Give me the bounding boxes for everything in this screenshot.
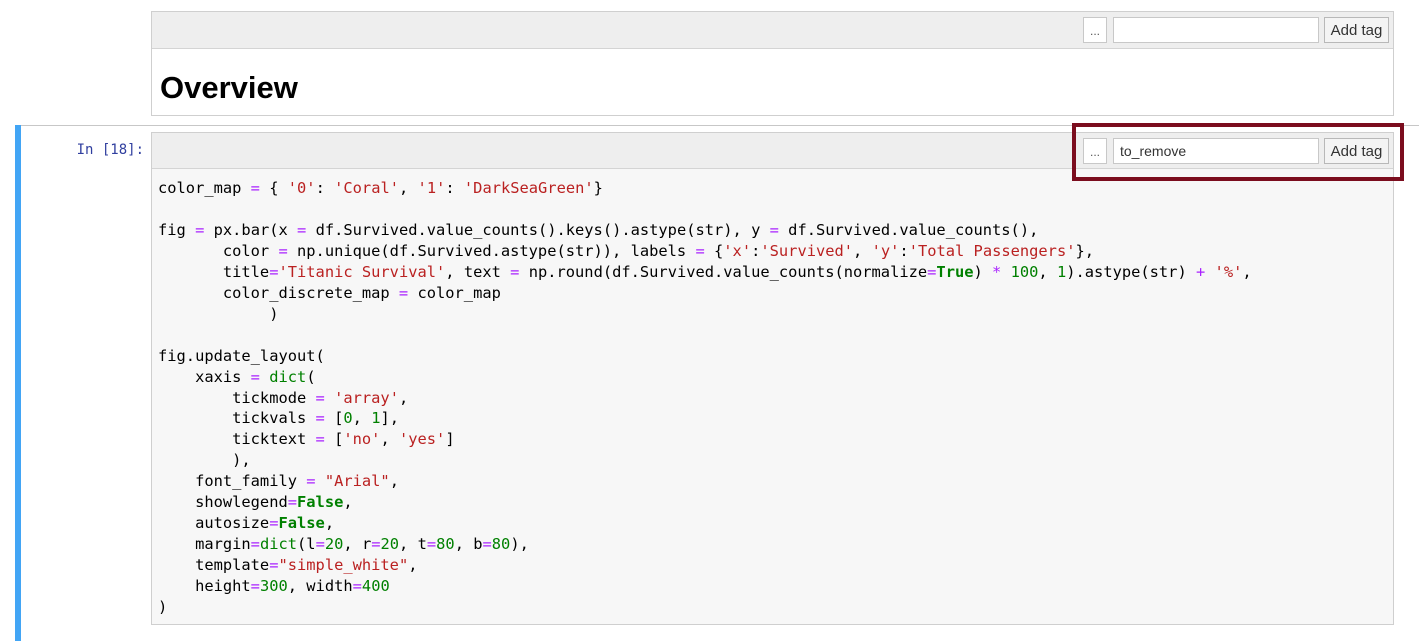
code-cell[interactable]: ... Add tag color_map = { '0': 'Coral', … (151, 132, 1394, 625)
tag-input[interactable] (1113, 17, 1319, 43)
cell-tag-toolbar: ... Add tag (152, 12, 1393, 49)
tag-more-button[interactable]: ... (1083, 17, 1107, 43)
selected-cell-border (15, 125, 1419, 126)
input-prompt: In [18]: (76, 142, 144, 158)
add-tag-button[interactable]: Add tag (1324, 138, 1389, 164)
tag-input[interactable] (1113, 138, 1319, 164)
markdown-cell[interactable]: ... Add tag Overview (151, 11, 1394, 116)
cell-tag-toolbar: ... Add tag (152, 133, 1393, 169)
overview-heading: Overview (160, 70, 298, 105)
code-editor[interactable]: color_map = { '0': 'Coral', '1': 'DarkSe… (158, 178, 1252, 618)
tag-more-button[interactable]: ... (1083, 138, 1107, 164)
selected-cell-indicator (15, 125, 21, 641)
add-tag-button[interactable]: Add tag (1324, 17, 1389, 43)
